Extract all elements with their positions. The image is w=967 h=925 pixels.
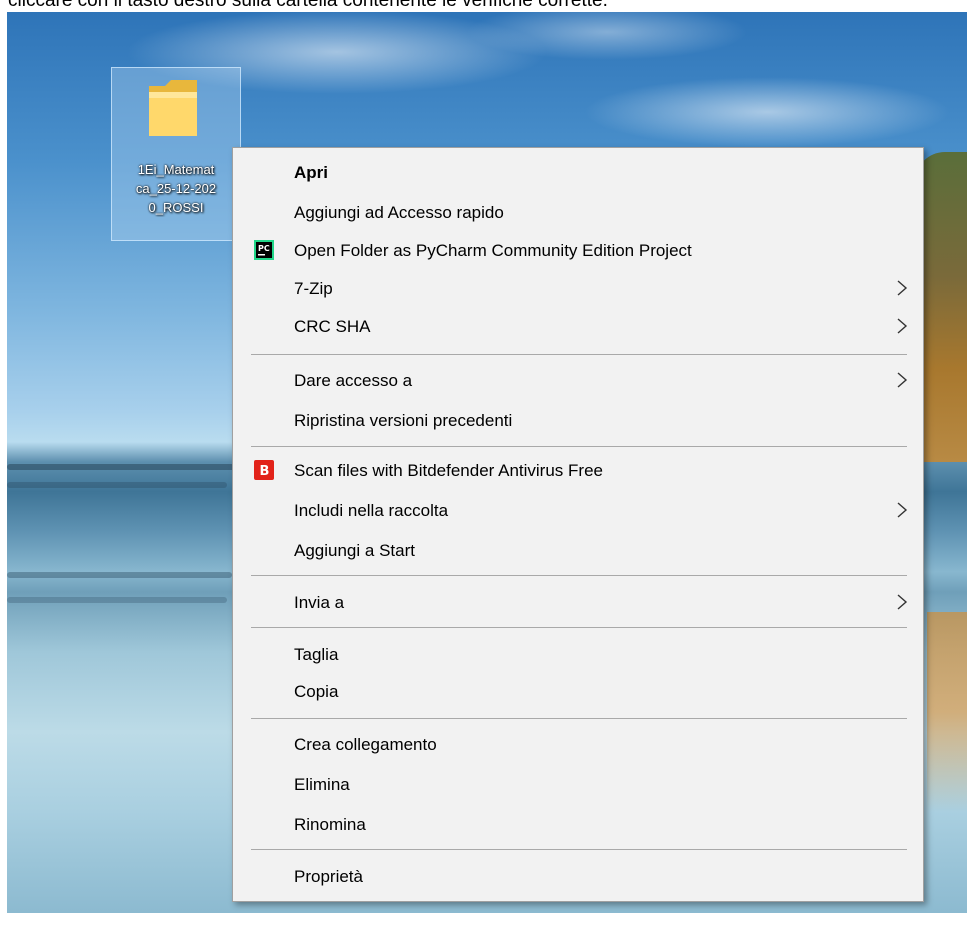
instruction-caption: cliccare con il tasto destro sulla carte… (8, 0, 608, 11)
menu-item-open[interactable]: Apri (233, 156, 923, 188)
menu-item-include-library[interactable]: Includi nella raccolta (233, 494, 923, 526)
chevron-right-icon (897, 318, 908, 334)
menu-item-label: CRC SHA (294, 317, 371, 336)
bitdefender-icon: B (254, 460, 274, 480)
bitdefender-icon-text: B (260, 464, 270, 479)
menu-item-give-access[interactable]: Dare accesso a (233, 364, 923, 396)
menu-item-delete[interactable]: Elimina (233, 768, 923, 800)
menu-item-pin-start[interactable]: Aggiungi a Start (233, 534, 923, 566)
menu-item-label: Invia a (294, 593, 345, 612)
pycharm-icon: PC (254, 240, 274, 260)
rock-reflection (927, 612, 967, 812)
menu-separator (251, 446, 907, 447)
menu-separator (251, 849, 907, 850)
menu-item-label: Open Folder as PyCharm Community Edition… (294, 241, 692, 260)
menu-item-label: Taglia (294, 645, 339, 664)
wave-decoration (7, 597, 227, 603)
menu-separator (251, 627, 907, 628)
menu-item-rename[interactable]: Rinomina (233, 808, 923, 840)
menu-item-properties[interactable]: Proprietà (233, 860, 923, 892)
menu-item-label: Rinomina (294, 815, 366, 834)
folder-label: 1Ei_Matemat ca_25-12-202 0_ROSSI (135, 162, 217, 215)
menu-separator (251, 718, 907, 719)
menu-item-7zip[interactable]: 7-Zip (233, 272, 923, 304)
menu-item-label: Ripristina versioni precedenti (294, 411, 513, 430)
wave-decoration (7, 482, 227, 488)
menu-item-label: Aggiungi ad Accesso rapido (294, 203, 504, 222)
wave-decoration (7, 572, 232, 578)
pycharm-icon-text: PC (258, 244, 270, 253)
chevron-right-icon (897, 372, 908, 388)
menu-item-label: 7-Zip (294, 279, 333, 298)
menu-item-pycharm[interactable]: PC Open Folder as PyCharm Community Edit… (233, 234, 923, 266)
folder-icon (149, 80, 197, 136)
menu-item-copy[interactable]: Copia (233, 675, 923, 707)
menu-item-label: Dare accesso a (294, 371, 413, 390)
menu-item-crc-sha[interactable]: CRC SHA (233, 310, 923, 342)
menu-item-label: Aggiungi a Start (294, 541, 415, 560)
menu-separator (251, 575, 907, 576)
menu-item-label: Copia (294, 682, 339, 701)
chevron-right-icon (897, 594, 908, 610)
chevron-right-icon (897, 280, 908, 296)
menu-item-label: Apri (294, 163, 328, 182)
menu-item-bitdefender-scan[interactable]: B Scan files with Bitdefender Antivirus … (233, 454, 923, 486)
context-menu: Apri Aggiungi ad Accesso rapido PC Open … (232, 147, 924, 902)
menu-item-cut[interactable]: Taglia (233, 638, 923, 670)
menu-item-create-shortcut[interactable]: Crea collegamento (233, 728, 923, 760)
menu-item-restore-versions[interactable]: Ripristina versioni precedenti (233, 404, 923, 436)
menu-item-label: Scan files with Bitdefender Antivirus Fr… (294, 461, 603, 480)
desktop-folder[interactable]: 1Ei_Matemat ca_25-12-202 0_ROSSI (111, 67, 241, 241)
menu-item-label: Crea collegamento (294, 735, 437, 754)
menu-item-label: Proprietà (294, 867, 363, 886)
menu-item-pin-quick-access[interactable]: Aggiungi ad Accesso rapido (233, 196, 923, 228)
menu-separator (251, 354, 907, 355)
chevron-right-icon (897, 502, 908, 518)
menu-item-label: Elimina (294, 775, 350, 794)
menu-item-label: Includi nella raccolta (294, 501, 449, 520)
menu-item-send-to[interactable]: Invia a (233, 586, 923, 618)
wave-decoration (7, 464, 237, 470)
